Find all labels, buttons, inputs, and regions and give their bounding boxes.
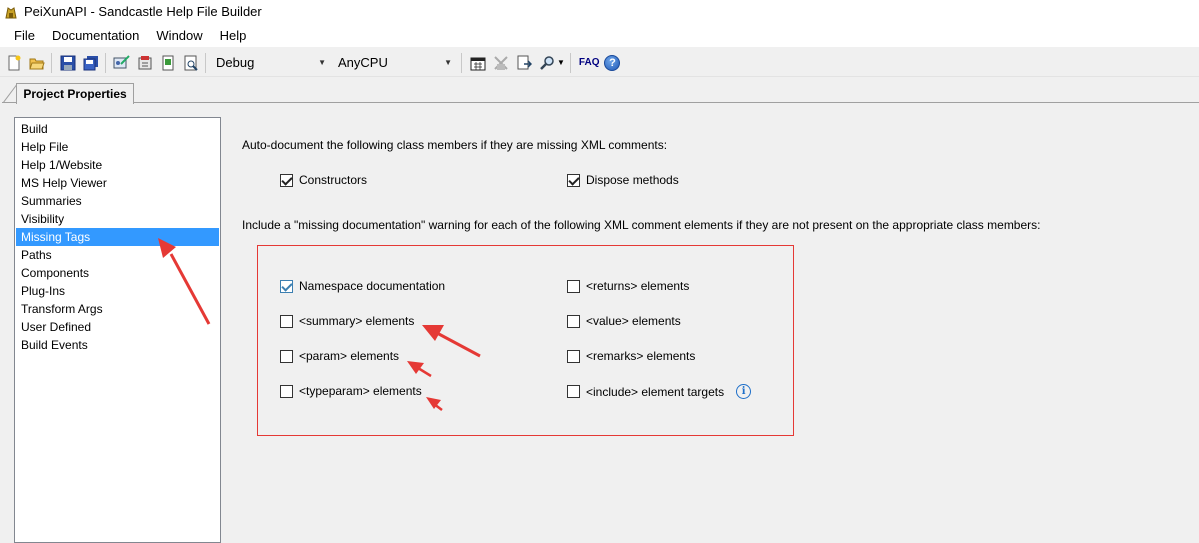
platform-select[interactable]: AnyCPU ▼ [334,53,456,73]
calendar-icon[interactable] [469,54,487,72]
new-project-icon[interactable] [5,54,23,72]
dispose-methods-label: Dispose methods [586,173,679,187]
checkbox-box[interactable] [280,279,293,293]
info-icon[interactable]: i [736,384,752,399]
namespace-documentation-label: Namespace documentation [299,279,446,293]
returns-elements-label: <returns> elements [586,279,690,293]
include-element-targets-checkbox[interactable]: <include> element targets i [567,384,752,399]
returns-elements-checkbox[interactable]: <returns> elements [567,279,689,293]
document-tabs: Project Properties [0,78,1199,104]
typeparam-elements-checkbox[interactable]: <typeparam> elements [280,384,422,398]
preview-icon[interactable] [182,54,200,72]
configuration-select[interactable]: Debug ▼ [212,53,330,73]
checkbox-box[interactable] [567,349,580,363]
platform-value: AnyCPU [338,55,388,70]
chevron-down-icon[interactable]: ▼ [557,58,565,67]
param-elements-checkbox[interactable]: <param> elements [280,349,399,363]
sidebar-item-plug-ins[interactable]: Plug-Ins [16,282,219,300]
namespace-documentation-checkbox[interactable]: Namespace documentation [280,279,445,293]
title-bar: PeiXunAPI - Sandcastle Help File Builder [0,0,1199,23]
sidebar-item-visibility[interactable]: Visibility [16,210,219,228]
save-all-icon[interactable] [82,54,100,72]
menu-bar: File Documentation Window Help [0,23,1199,47]
typeparam-elements-label: <typeparam> elements [299,384,422,398]
remarks-elements-label: <remarks> elements [586,349,696,363]
toolbar-separator [105,52,106,73]
sidebar-item-transform-args[interactable]: Transform Args [16,300,219,318]
app-icon [5,6,17,18]
open-file-icon[interactable] [515,54,533,72]
menu-help[interactable]: Help [212,28,255,43]
sidebar-item-paths[interactable]: Paths [16,246,219,264]
menu-file[interactable]: File [6,28,43,43]
sidebar-item-build[interactable]: Build [16,120,219,138]
build-icon[interactable] [113,54,131,72]
window-title: PeiXunAPI - Sandcastle Help File Builder [24,4,262,19]
toolbar-separator [461,52,462,73]
menu-window[interactable]: Window [148,28,210,43]
checkbox-box[interactable] [567,173,580,187]
property-category-list[interactable]: Build Help File Help 1/Website MS Help V… [14,117,221,543]
configuration-value: Debug [216,55,255,70]
tab-project-properties[interactable]: Project Properties [16,83,134,104]
checkbox-box[interactable] [280,173,293,187]
sidebar-item-components[interactable]: Components [16,264,219,282]
checkbox-box[interactable] [567,385,580,398]
auto-document-label: Auto-document the following class member… [242,138,668,152]
search-icon[interactable] [538,54,556,72]
remarks-elements-checkbox[interactable]: <remarks> elements [567,349,695,363]
include-element-targets-label: <include> element targets [586,384,725,399]
dispose-methods-checkbox[interactable]: Dispose methods [567,173,679,187]
summary-elements-label: <summary> elements [299,314,415,328]
summary-elements-checkbox[interactable]: <summary> elements [280,314,414,328]
sidebar-item-help-file[interactable]: Help File [16,138,219,156]
constructors-checkbox[interactable]: Constructors [280,173,367,187]
chevron-down-icon: ▼ [318,58,326,67]
value-elements-label: <value> elements [586,314,681,328]
toolbar: Debug ▼ AnyCPU ▼ ▼ FAQ ? [0,49,1199,77]
annotation-highlight-box [257,245,794,436]
help-icon[interactable]: ? [604,54,621,71]
toolbar-separator [205,52,206,73]
view-help-icon[interactable] [159,54,177,72]
tab-baseline [2,102,1199,103]
delete-icon[interactable] [492,54,510,72]
faq-button[interactable]: FAQ [579,57,600,68]
checkbox-box[interactable] [280,384,293,398]
save-icon[interactable] [59,54,77,72]
sidebar-item-ms-help-viewer[interactable]: MS Help Viewer [16,174,219,192]
sidebar-item-missing-tags[interactable]: Missing Tags [16,228,219,246]
missing-warning-label: Include a "missing documentation" warnin… [242,218,1041,232]
sidebar-item-summaries[interactable]: Summaries [16,192,219,210]
toolbar-separator [569,52,571,73]
open-folder-icon[interactable] [28,54,46,72]
constructors-label: Constructors [299,173,368,187]
checkbox-box[interactable] [280,349,293,363]
value-elements-checkbox[interactable]: <value> elements [567,314,681,328]
checkbox-box[interactable] [567,314,580,328]
param-elements-label: <param> elements [299,349,400,363]
sidebar-item-user-defined[interactable]: User Defined [16,318,219,336]
sidebar-item-build-events[interactable]: Build Events [16,336,219,354]
chevron-down-icon: ▼ [444,58,452,67]
cancel-build-icon[interactable] [136,54,154,72]
menu-documentation[interactable]: Documentation [44,28,147,43]
toolbar-separator [51,52,52,73]
checkbox-box[interactable] [280,314,293,328]
checkbox-box[interactable] [567,279,580,293]
sidebar-item-help1-website[interactable]: Help 1/Website [16,156,219,174]
